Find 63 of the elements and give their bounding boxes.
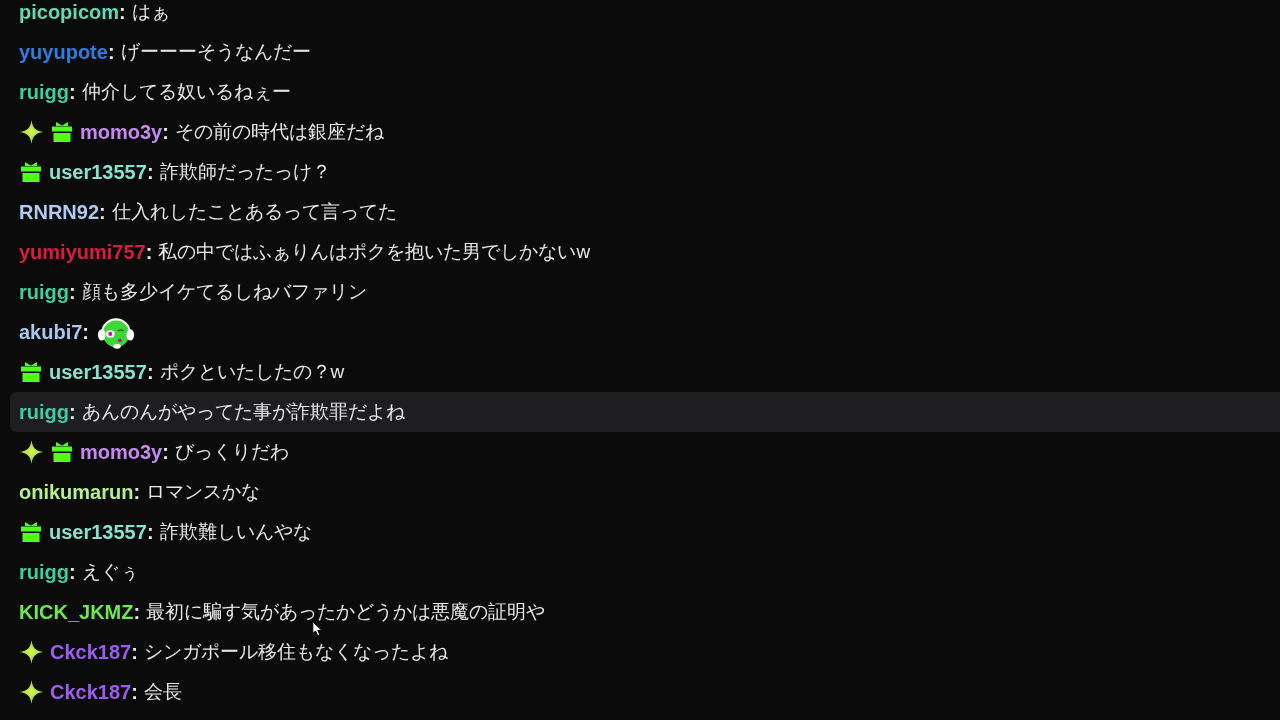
name-separator: : [69,81,76,103]
sparkle-icon [19,680,44,704]
username[interactable]: user13557 [49,521,147,543]
name-separator: : [99,201,106,223]
name-separator: : [146,161,154,183]
username[interactable]: yuyupote [19,41,108,63]
message-text: げーーーそうなんだー [120,41,311,63]
message-text: 詐欺難しいんやな [159,521,312,543]
username[interactable]: momo3y [80,121,163,143]
message-text: 顔も多少イケてるしねバファリン [81,281,367,303]
name-separator: : [133,601,141,623]
username[interactable]: yumiyumi757 [19,241,146,263]
name-separator: : [107,41,115,63]
name-separator: : [82,321,90,343]
gift-icon [21,362,41,382]
username[interactable]: Ckck187 [50,681,132,703]
message-text: 最初に騙す気があったかどうかは悪魔の証明や [146,601,546,623]
gift-icon [52,122,72,142]
sparkle-icon [19,640,44,664]
name-separator: : [131,641,138,663]
message-text: シンガポール移住もなくなったよね [143,641,448,663]
sparkle-icon [19,120,44,144]
name-separator: : [69,561,76,583]
name-separator: : [145,241,153,263]
message-text: ポクといたしたの？w [159,361,345,383]
username[interactable]: user13557 [49,361,147,383]
message-text: 仕入れしたことあるって言ってた [111,201,397,223]
username[interactable]: ruigg [19,281,69,303]
message-text: その前の時代は銀座だね [174,121,384,143]
username[interactable]: picopicom [19,1,119,23]
mouse-pointer-icon [312,621,323,637]
username[interactable]: ruigg [19,561,69,583]
username[interactable]: RNRN92 [19,201,100,223]
username[interactable]: onikumarun [19,481,134,503]
message-text: えぐぅ [81,561,139,583]
message-text: 会長 [143,681,182,703]
sparkle-icon [19,440,44,464]
gift-icon [21,522,41,542]
message-text: びっくりだわ [174,441,289,463]
username[interactable]: user13557 [49,161,147,183]
name-separator: : [69,281,76,303]
message-text: 仲介してる奴いるねぇー [81,81,291,103]
username[interactable]: ruigg [19,81,69,103]
message-text: はぁ [131,1,170,23]
name-separator: : [162,441,169,463]
name-separator: : [119,1,126,23]
name-separator: : [131,681,138,703]
username[interactable]: Ckck187 [50,641,132,663]
name-separator: : [162,121,169,143]
message-text: 私の中ではふぁりんはポクを抱いた男でしかないw [158,241,591,263]
name-separator: : [69,401,76,423]
username[interactable]: akubi7 [19,321,83,343]
gift-icon [21,162,41,182]
username[interactable]: KICK_JKMZ [19,601,134,623]
message-text: 詐欺師だったっけ？ [159,161,331,183]
message-text: あんのんがやってた事が詐欺罪だよね [81,401,405,423]
username[interactable]: ruigg [19,401,69,423]
name-separator: : [146,361,154,383]
username[interactable]: momo3y [80,441,163,463]
gift-icon [52,442,72,462]
message-text: ロマンスかな [146,481,261,503]
name-separator: : [146,521,154,543]
name-separator: : [133,481,141,503]
